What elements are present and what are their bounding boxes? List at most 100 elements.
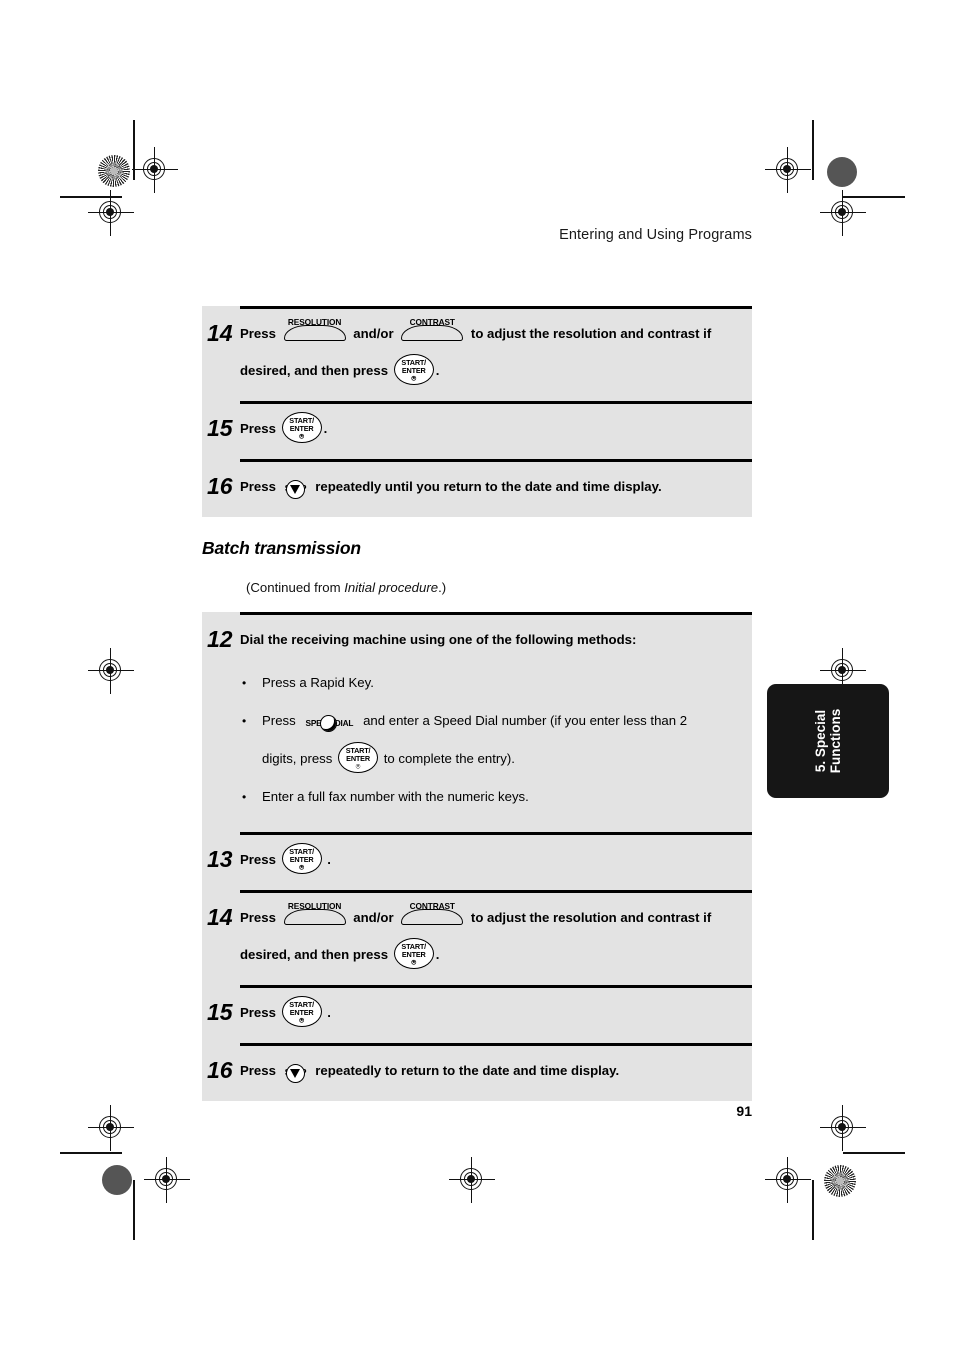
stop-key-icon: STOP <box>283 1056 309 1083</box>
adjust-label: to adjust the resolution and contrast if <box>470 326 712 341</box>
registration-crosshair-bottom-left-inner <box>144 1157 190 1203</box>
continued-italic-reference: Initial procedure <box>344 580 439 595</box>
step-row-bottom-14: 14 Press RESOLUTION and/or CONTRAST to a… <box>202 890 752 985</box>
registration-crosshair-bottom-right-outer <box>820 1105 866 1151</box>
step-instruction-text: Press RESOLUTION and/or CONTRAST to adju… <box>240 306 752 401</box>
bullet-press-label: Press <box>262 713 296 728</box>
registration-star-target-bottom-right <box>824 1165 856 1197</box>
start-enter-power-glyph: ⍟ <box>299 1016 305 1025</box>
continued-suffix: .) <box>438 580 447 595</box>
list-item: Enter a full fax number with the numeric… <box>240 778 744 816</box>
repeatedly-label: repeatedly until you return to the date … <box>315 479 662 494</box>
step-instruction-text: Press START/ ENTER ⍟ . <box>240 985 752 1043</box>
step-divider <box>240 832 752 835</box>
start-enter-key-icon: START/ ENTER ⍟ <box>338 742 379 773</box>
step-instruction-text: Press START/ ENTER ⍟ . <box>240 401 752 459</box>
chapter-tab-line1: 5. Special <box>813 709 828 773</box>
step-divider <box>240 401 752 404</box>
resolution-key-icon: RESOLUTION <box>283 899 346 925</box>
step-row-bottom-13: 13 Press START/ ENTER ⍟ . <box>202 832 752 890</box>
press-label: Press <box>240 326 276 341</box>
step-divider <box>240 612 752 615</box>
step-instruction-text: Press STOP repeatedly to return to the d… <box>240 1043 752 1101</box>
list-item: Press a Rapid Key. <box>240 664 744 702</box>
step-instruction-text: Press RESOLUTION and/or CONTRAST to adju… <box>240 890 752 985</box>
page-title: Entering and Using Programs <box>559 227 752 243</box>
crop-line-top-left-horizontal <box>60 196 122 198</box>
registration-solid-dot-bottom-left <box>102 1165 132 1195</box>
step-row-bottom-15: 15 Press START/ ENTER ⍟ . <box>202 985 752 1043</box>
press-label: Press <box>240 479 276 494</box>
bullet-complete-entry-text: to complete the entry). <box>383 751 515 766</box>
desired-label: desired, and then press <box>240 363 389 378</box>
press-label: Press <box>240 421 276 436</box>
registration-crosshair-top-left-inner <box>132 147 178 193</box>
stop-key-icon: STOP <box>283 472 309 499</box>
start-enter-power-glyph: ⍟ <box>299 863 305 872</box>
step-divider <box>240 459 752 462</box>
press-label: Press <box>240 1005 276 1020</box>
registration-crosshair-mid-left <box>88 648 134 694</box>
section-heading-batch-transmission: Batch transmission <box>202 538 361 558</box>
start-enter-power-glyph: ⍟ <box>299 432 305 441</box>
step-divider <box>240 1043 752 1046</box>
desired-label: desired, and then press <box>240 947 389 962</box>
crop-line-bottom-left-vertical <box>133 1180 135 1240</box>
step-12-title: Dial the receiving machine using one of … <box>240 632 637 647</box>
step-row-bottom-12: 12 Dial the receiving machine using one … <box>202 612 752 832</box>
crop-line-top-right-vertical <box>812 120 814 180</box>
period-label: . <box>327 1005 331 1020</box>
registration-solid-dot-top-right <box>827 157 857 187</box>
dial-methods-list: Press a Rapid Key. Press SPEED DIAL and … <box>240 664 744 816</box>
page-number: 91 <box>736 1103 752 1119</box>
step-number: 14 <box>207 320 233 346</box>
crop-line-bottom-right-vertical <box>812 1180 814 1240</box>
step-row-top-14: 14 Press RESOLUTION and/or CONTRAST to a… <box>202 306 752 401</box>
list-item: Press SPEED DIAL and enter a Speed Dial … <box>240 702 744 778</box>
crop-line-bottom-right-horizontal <box>843 1152 905 1154</box>
press-label: Press <box>240 852 276 867</box>
andor-label: and/or <box>353 910 394 925</box>
registration-crosshair-top-right-inner <box>765 147 811 193</box>
period-label: . <box>435 947 440 962</box>
start-enter-key-icon: START/ ENTER ⍟ <box>281 996 322 1027</box>
bullet-speed-dial-text: and enter a Speed Dial number (if you en… <box>363 713 688 728</box>
step-number: 13 <box>207 846 233 872</box>
registration-star-target-top-left <box>98 155 130 187</box>
step-instruction-text: Press START/ ENTER ⍟ . <box>240 832 752 890</box>
crop-line-top-left-vertical <box>133 120 135 180</box>
start-enter-power-glyph: ⍟ <box>355 762 361 771</box>
start-enter-power-glyph: ⍟ <box>411 374 417 383</box>
adjust-label: to adjust the resolution and contrast if <box>470 910 712 925</box>
bullet-digits-label: digits, press <box>262 751 333 766</box>
steps-group-top: 14 Press RESOLUTION and/or CONTRAST to a… <box>202 306 752 517</box>
repeatedly-label: repeatedly to return to the date and tim… <box>315 1063 620 1078</box>
start-enter-key-icon: START/ ENTER ⍟ <box>281 843 322 874</box>
steps-group-bottom: 12 Dial the receiving machine using one … <box>202 612 752 1101</box>
step-row-top-15: 15 Press START/ ENTER ⍟ . <box>202 401 752 459</box>
crop-line-top-right-horizontal <box>843 196 905 198</box>
registration-crosshair-bottom-right-inner <box>765 1157 811 1203</box>
start-enter-key-icon: START/ ENTER ⍟ <box>393 938 434 969</box>
chapter-side-tab-text: 5. Special Functions <box>813 709 843 774</box>
start-enter-key-icon: START/ ENTER ⍟ <box>393 354 434 385</box>
step-row-bottom-16: 16 Press STOP repeatedly to return to th… <box>202 1043 752 1101</box>
chapter-tab-line2: Functions <box>828 708 843 774</box>
press-label: Press <box>240 910 276 925</box>
registration-crosshair-bottom-center <box>449 1157 495 1203</box>
step-number: 14 <box>207 904 233 930</box>
chapter-side-tab: 5. Special Functions <box>767 684 889 798</box>
period-label: . <box>435 363 440 378</box>
contrast-key-icon: CONTRAST <box>401 315 464 341</box>
continued-from-note: (Continued from Initial procedure.) <box>246 580 446 595</box>
contrast-key-icon: CONTRAST <box>401 899 464 925</box>
start-enter-power-glyph: ⍟ <box>411 958 417 967</box>
step-divider <box>240 985 752 988</box>
bullet-rapid-key-text: Press a Rapid Key. <box>262 675 374 690</box>
start-enter-key-icon: START/ ENTER ⍟ <box>281 412 322 443</box>
speed-dial-key-icon: SPEED DIAL <box>301 705 357 732</box>
continued-prefix: (Continued from <box>246 580 345 595</box>
period-label: . <box>323 421 328 436</box>
step-number: 15 <box>207 999 233 1025</box>
step-row-top-16: 16 Press STOP repeatedly until you retur… <box>202 459 752 517</box>
